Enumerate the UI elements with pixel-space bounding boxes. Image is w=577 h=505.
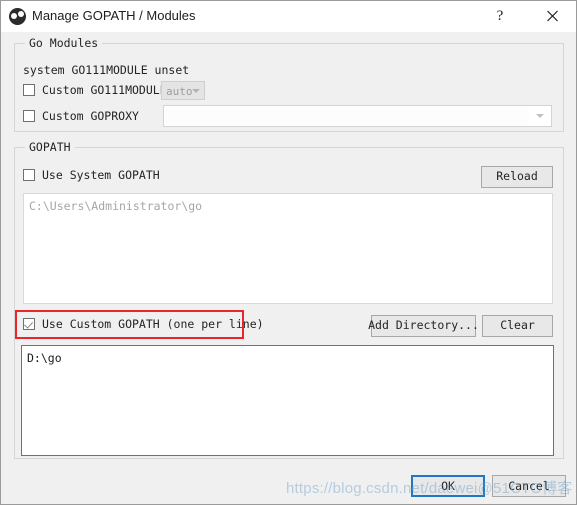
custom-gopath-value: D:\go	[27, 351, 62, 365]
goproxy-dropdown-button[interactable]	[529, 106, 551, 126]
use-custom-gopath-label: Use Custom GOPATH (one per line)	[42, 317, 264, 331]
custom-gopath-textarea[interactable]: D:\go	[21, 345, 554, 456]
custom-go111module-checkbox-row[interactable]: Custom GO111MODULE	[23, 83, 167, 97]
clear-button[interactable]: Clear	[482, 315, 553, 337]
goland-app-icon	[9, 8, 26, 25]
window-title: Manage GOPATH / Modules	[32, 8, 196, 23]
custom-goproxy-label: Custom GOPROXY	[42, 109, 139, 123]
go111module-value-dropdown[interactable]: auto	[161, 81, 205, 100]
list-item: C:\Users\Administrator\go	[29, 199, 203, 213]
use-system-gopath-label: Use System GOPATH	[42, 168, 160, 182]
chevron-down-icon	[192, 89, 200, 93]
goproxy-input[interactable]	[165, 107, 529, 125]
add-directory-button[interactable]: Add Directory...	[368, 315, 479, 337]
title-bar: Manage GOPATH / Modules ?	[1, 1, 576, 32]
custom-go111module-checkbox[interactable]	[23, 84, 35, 96]
go-modules-group-title: Go Modules	[25, 36, 103, 50]
custom-goproxy-checkbox[interactable]	[23, 110, 35, 122]
use-system-gopath-checkbox[interactable]	[23, 169, 35, 181]
question-mark-icon: ?	[496, 8, 504, 24]
close-button[interactable]	[529, 1, 575, 31]
custom-goproxy-checkbox-row[interactable]: Custom GOPROXY	[23, 109, 139, 123]
system-gopath-list[interactable]: C:\Users\Administrator\go	[23, 193, 553, 304]
cancel-button[interactable]: Cancel	[492, 475, 566, 497]
go111module-value: auto	[166, 85, 193, 98]
manage-gopath-modules-dialog: Manage GOPATH / Modules ? Go Modules sys…	[0, 0, 577, 505]
reload-button[interactable]: Reload	[481, 166, 553, 188]
goproxy-combobox[interactable]	[163, 105, 552, 127]
gopath-group-title: GOPATH	[25, 140, 75, 154]
ok-button[interactable]: OK	[411, 475, 485, 497]
close-icon	[546, 10, 558, 22]
custom-go111module-label: Custom GO111MODULE	[42, 83, 167, 97]
chevron-down-icon	[536, 114, 544, 118]
system-go111module-status: system GO111MODULE unset	[23, 63, 190, 77]
help-button[interactable]: ?	[477, 1, 523, 31]
use-system-gopath-checkbox-row[interactable]: Use System GOPATH	[23, 168, 160, 182]
use-custom-gopath-checkbox-row[interactable]: Use Custom GOPATH (one per line)	[23, 317, 264, 331]
use-custom-gopath-checkbox[interactable]	[23, 318, 35, 330]
